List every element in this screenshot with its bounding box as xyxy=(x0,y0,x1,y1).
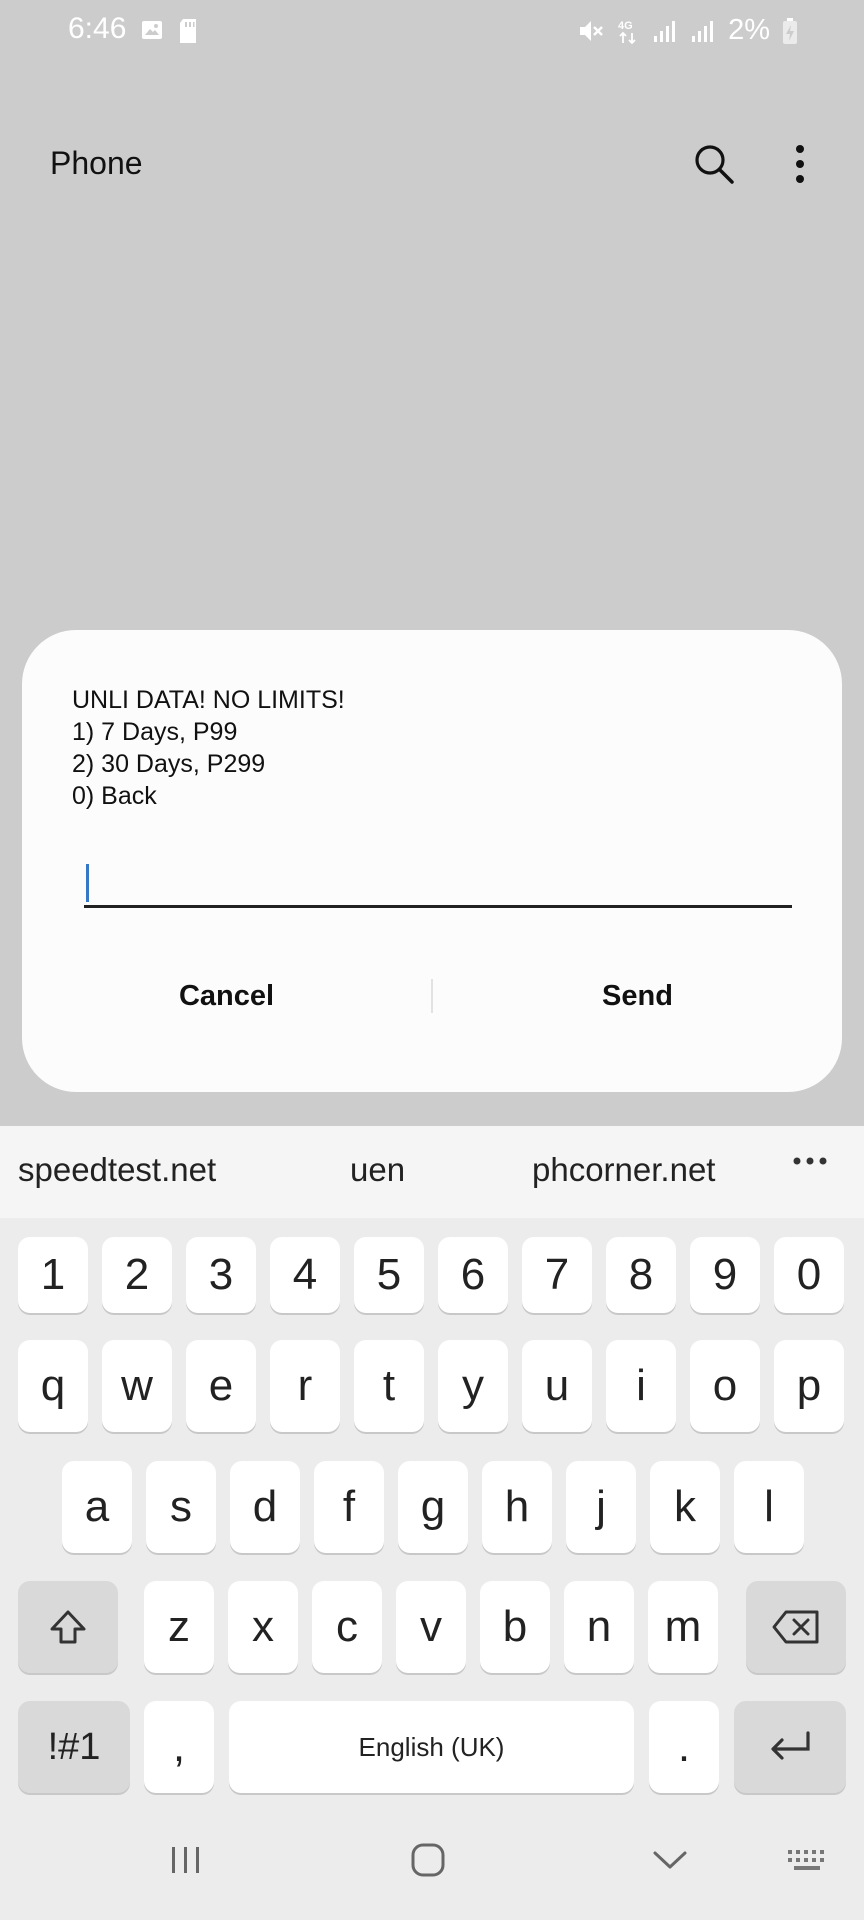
letter-key-g[interactable]: g xyxy=(398,1461,468,1553)
ussd-dialog: UNLI DATA! NO LIMITS! 1) 7 Days, P99 2) … xyxy=(22,630,842,1092)
number-key-8[interactable]: 8 xyxy=(606,1237,676,1313)
status-bar: 6:46 4G 2% xyxy=(0,0,864,62)
letter-key-l[interactable]: l xyxy=(734,1461,804,1553)
search-icon xyxy=(695,145,734,184)
letter-key-r[interactable]: r xyxy=(270,1340,340,1432)
send-button[interactable]: Send xyxy=(433,980,842,1013)
ussd-reply-field[interactable] xyxy=(84,856,792,908)
letter-key-p[interactable]: p xyxy=(774,1340,844,1432)
letter-key-i[interactable]: i xyxy=(606,1340,676,1432)
letter-key-c[interactable]: c xyxy=(312,1581,382,1673)
number-key-3[interactable]: 3 xyxy=(186,1237,256,1313)
battery-percent: 2% xyxy=(728,14,770,46)
letter-key-n[interactable]: n xyxy=(564,1581,634,1673)
period-key[interactable]: . xyxy=(649,1701,719,1793)
sd-card-icon xyxy=(180,19,196,43)
number-key-2[interactable]: 2 xyxy=(102,1237,172,1313)
text-caret xyxy=(86,864,89,902)
keyboard-icon xyxy=(788,1850,824,1870)
recents-button[interactable] xyxy=(156,1830,216,1890)
comma-key[interactable]: , xyxy=(144,1701,214,1793)
more-suggestions-button[interactable] xyxy=(792,1154,828,1172)
letter-key-y[interactable]: y xyxy=(438,1340,508,1432)
status-time: 6:46 xyxy=(68,12,127,45)
more-vert-icon xyxy=(796,145,804,183)
backspace-icon xyxy=(772,1610,819,1644)
signal-icon xyxy=(692,20,714,42)
letter-key-k[interactable]: k xyxy=(650,1461,720,1553)
number-key-1[interactable]: 1 xyxy=(18,1237,88,1313)
number-key-5[interactable]: 5 xyxy=(354,1237,424,1313)
letter-key-b[interactable]: b xyxy=(480,1581,550,1673)
more-horiz-icon xyxy=(793,1157,827,1165)
letter-key-u[interactable]: u xyxy=(522,1340,592,1432)
letter-key-d[interactable]: d xyxy=(230,1461,300,1553)
letter-key-x[interactable]: x xyxy=(228,1581,298,1673)
app-title: Phone xyxy=(50,145,143,181)
letter-key-w[interactable]: w xyxy=(102,1340,172,1432)
letter-key-v[interactable]: v xyxy=(396,1581,466,1673)
letter-key-f[interactable]: f xyxy=(314,1461,384,1553)
enter-key[interactable] xyxy=(734,1701,846,1793)
letter-key-h[interactable]: h xyxy=(482,1461,552,1553)
cancel-button[interactable]: Cancel xyxy=(22,980,431,1013)
enter-icon xyxy=(771,1731,810,1760)
number-key-4[interactable]: 4 xyxy=(270,1237,340,1313)
shift-icon xyxy=(50,1610,86,1644)
suggestion-item[interactable]: uen xyxy=(350,1151,405,1189)
recents-icon xyxy=(172,1847,199,1873)
letter-key-m[interactable]: m xyxy=(648,1581,718,1673)
number-key-9[interactable]: 9 xyxy=(690,1237,760,1313)
letter-key-q[interactable]: q xyxy=(18,1340,88,1432)
back-icon xyxy=(653,1851,687,1869)
signal-icon xyxy=(654,20,676,42)
letter-key-z[interactable]: z xyxy=(144,1581,214,1673)
suggestion-strip: speedtest.net uen phcorner.net xyxy=(0,1126,864,1218)
letter-key-a[interactable]: a xyxy=(62,1461,132,1553)
navigation-bar xyxy=(0,1800,864,1920)
battery-charging-icon xyxy=(783,17,797,44)
keyboard-switch-button[interactable] xyxy=(778,1830,838,1890)
svg-text:4G: 4G xyxy=(618,20,633,32)
suggestion-item[interactable]: phcorner.net xyxy=(532,1151,715,1189)
more-options-button[interactable] xyxy=(776,140,824,188)
number-key-0[interactable]: 0 xyxy=(774,1237,844,1313)
symbols-key[interactable]: !#1 xyxy=(18,1701,130,1793)
home-button[interactable] xyxy=(398,1830,458,1890)
shift-key[interactable] xyxy=(18,1581,118,1673)
letter-key-e[interactable]: e xyxy=(186,1340,256,1432)
letter-key-o[interactable]: o xyxy=(690,1340,760,1432)
letter-key-t[interactable]: t xyxy=(354,1340,424,1432)
4g-icon: 4G xyxy=(618,20,636,44)
home-icon xyxy=(411,1843,445,1877)
back-button[interactable] xyxy=(640,1830,700,1890)
number-key-6[interactable]: 6 xyxy=(438,1237,508,1313)
ussd-reply-input[interactable] xyxy=(84,856,792,902)
search-button[interactable] xyxy=(690,140,738,188)
mute-icon xyxy=(580,20,603,41)
number-key-7[interactable]: 7 xyxy=(522,1237,592,1313)
suggestion-item[interactable]: speedtest.net xyxy=(18,1151,216,1189)
backspace-key[interactable] xyxy=(746,1581,846,1673)
letter-key-j[interactable]: j xyxy=(566,1461,636,1553)
ussd-message: UNLI DATA! NO LIMITS! 1) 7 Days, P99 2) … xyxy=(72,686,345,810)
image-icon xyxy=(142,21,162,39)
space-key[interactable]: English (UK) xyxy=(229,1701,634,1793)
letter-key-s[interactable]: s xyxy=(146,1461,216,1553)
